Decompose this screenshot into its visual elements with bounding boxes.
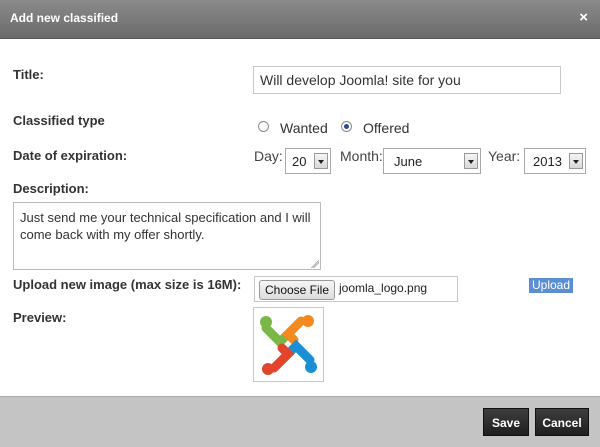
file-name: joomla_logo.png [339, 281, 428, 295]
chevron-down-icon [569, 153, 583, 169]
month-select-value: June [394, 154, 423, 169]
radio-wanted-label[interactable]: Wanted [280, 120, 328, 136]
radio-offered-label[interactable]: Offered [363, 120, 409, 136]
day-label: Day: [254, 148, 283, 164]
choose-file-button[interactable]: Choose File [259, 280, 335, 300]
dialog-footer: Save Cancel [0, 396, 600, 447]
dialog-titlebar: Add new classified × [0, 0, 600, 39]
chevron-down-icon [314, 153, 328, 169]
preview-label: Preview: [13, 310, 67, 325]
year-label: Year: [488, 148, 521, 164]
title-input[interactable]: Will develop Joomla! site for you [253, 66, 561, 94]
month-select[interactable]: June [383, 148, 481, 174]
resize-grip-icon[interactable] [311, 260, 319, 268]
expiration-label: Date of expiration: [13, 148, 128, 163]
preview-image [253, 307, 324, 382]
cancel-button[interactable]: Cancel [535, 408, 589, 436]
month-label: Month: [340, 148, 383, 164]
year-select-value: 2013 [533, 154, 562, 169]
day-select[interactable]: 20 [285, 148, 331, 174]
upload-button[interactable]: Upload [529, 278, 574, 293]
description-text: Just send me your technical specificatio… [20, 210, 311, 242]
radio-offered[interactable] [341, 121, 352, 132]
radio-wanted[interactable] [258, 121, 269, 132]
year-select[interactable]: 2013 [524, 148, 586, 174]
close-icon[interactable]: × [579, 9, 588, 27]
dialog-title: Add new classified [10, 11, 119, 25]
upload-label: Upload new image (max size is 16M): [13, 277, 242, 292]
joomla-logo-icon [260, 315, 317, 375]
classified-type-label: Classified type [13, 113, 105, 128]
day-select-value: 20 [292, 154, 307, 169]
title-label: Title: [13, 67, 44, 82]
description-textarea[interactable]: Just send me your technical specificatio… [13, 202, 321, 270]
save-button[interactable]: Save [483, 408, 529, 436]
description-label: Description: [13, 181, 89, 196]
file-input: Choose File joomla_logo.png [254, 276, 458, 302]
chevron-down-icon [464, 153, 478, 169]
